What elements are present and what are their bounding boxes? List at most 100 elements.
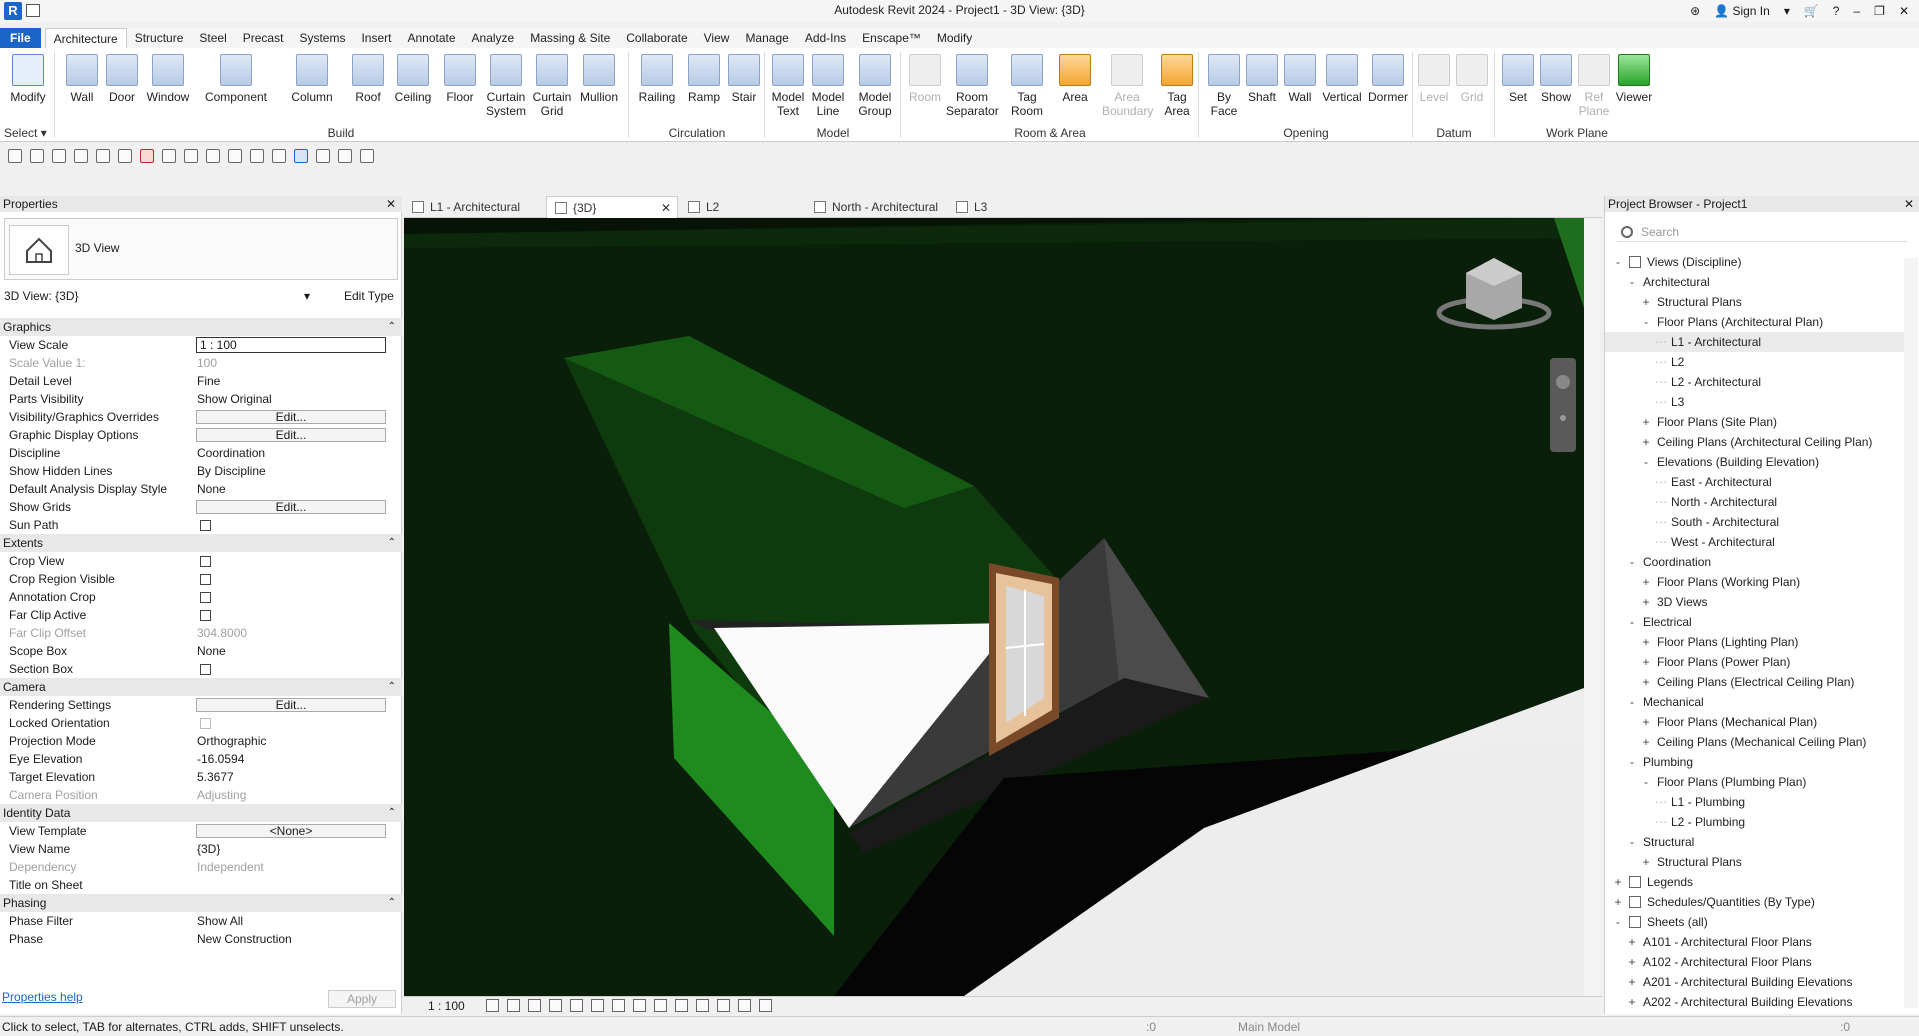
ribbon-button-tag-area[interactable]: Tag Area [1158, 52, 1196, 124]
collapse-icon[interactable]: ⌃ [388, 318, 396, 336]
tree-item[interactable]: - Sheets (all) [1605, 912, 1905, 932]
collapse-icon[interactable]: - [1613, 912, 1623, 932]
prop-value[interactable]: None [197, 642, 226, 660]
close-icon[interactable]: ✕ [386, 196, 396, 212]
chevron-down-icon[interactable]: ▾ [1784, 4, 1790, 18]
prop-value[interactable]: Coordination [197, 444, 265, 462]
zoom-icon[interactable] [1560, 415, 1566, 421]
expand-icon[interactable]: + [1641, 632, 1651, 652]
crop-view-checkbox[interactable] [200, 556, 211, 567]
shadows-icon[interactable] [549, 999, 562, 1012]
ribbon-tab-enscape-[interactable]: Enscape™ [854, 28, 929, 48]
thin-lines-icon[interactable] [294, 149, 308, 163]
dimension-icon[interactable] [184, 149, 198, 163]
expand-icon[interactable]: + [1641, 672, 1651, 692]
tree-item[interactable]: - Structural [1605, 832, 1905, 852]
collapse-icon[interactable]: - [1627, 272, 1637, 292]
print-icon[interactable] [118, 149, 132, 163]
viewport-scrollbar[interactable] [1584, 218, 1600, 996]
minimize-button[interactable]: – [1853, 4, 1860, 18]
tree-item[interactable]: + Ceiling Plans (Electrical Ceiling Plan) [1605, 672, 1905, 692]
expand-icon[interactable]: + [1641, 572, 1651, 592]
expand-icon[interactable]: + [1613, 892, 1623, 912]
tree-item[interactable]: ⋯ North - Architectural [1605, 492, 1905, 512]
browser-scrollbar[interactable] [1904, 258, 1918, 1008]
collapse-icon[interactable]: - [1627, 692, 1637, 712]
section-camera[interactable]: Camera ⌃ [0, 678, 402, 696]
collapse-icon[interactable]: ⌃ [388, 894, 396, 912]
ribbon-button-roof[interactable]: Roof [350, 52, 386, 124]
ribbon-button-component[interactable]: Component [200, 52, 272, 124]
sync-icon[interactable] [52, 149, 66, 163]
tree-item[interactable]: + Floor Plans (Working Plan) [1605, 572, 1905, 592]
visual-style-icon[interactable] [507, 999, 520, 1012]
cart-icon[interactable]: 🛒 [1804, 4, 1819, 18]
collapse-icon[interactable]: - [1641, 452, 1651, 472]
expand-icon[interactable]: + [1641, 592, 1651, 612]
ribbon-tab-systems[interactable]: Systems [291, 28, 353, 48]
restore-button[interactable]: ❐ [1874, 4, 1885, 18]
tree-item[interactable]: + Floor Plans (Lighting Plan) [1605, 632, 1905, 652]
prop-value[interactable]: None [197, 480, 226, 498]
view-template-button[interactable]: <None> [196, 824, 386, 838]
measure-icon[interactable] [162, 149, 176, 163]
ribbon-button-door[interactable]: Door [104, 52, 140, 124]
ribbon-tab-architecture[interactable]: Architecture [44, 28, 127, 48]
ribbon-tab-collaborate[interactable]: Collaborate [618, 28, 695, 48]
tree-item[interactable]: ⋯ East - Architectural [1605, 472, 1905, 492]
expand-icon[interactable]: + [1627, 992, 1637, 1012]
tree-item[interactable]: - Floor Plans (Plumbing Plan) [1605, 772, 1905, 792]
ribbon-button-mullion[interactable]: Mullion [576, 52, 622, 124]
prop-value[interactable]: Show All [197, 912, 243, 930]
save-icon[interactable] [30, 149, 44, 163]
ribbon-button-railing[interactable]: Railing [636, 52, 678, 124]
ribbon-button-level[interactable]: Level [1416, 52, 1452, 124]
graphic-display-options-button[interactable]: Edit... [196, 428, 386, 442]
ribbon-button-floor[interactable]: Floor [440, 52, 480, 124]
expand-icon[interactable]: + [1627, 932, 1637, 952]
tree-item[interactable]: ⋯ West - Architectural [1605, 532, 1905, 552]
steering-wheel-icon[interactable] [1556, 375, 1570, 389]
expand-icon[interactable]: + [1641, 432, 1651, 452]
ribbon-button-shaft[interactable]: Shaft [1244, 52, 1280, 124]
type-selector[interactable]: 3D View [4, 218, 398, 280]
view-tab-3d[interactable]: {3D} ✕ [546, 196, 678, 218]
ribbon-tab-analyze[interactable]: Analyze [464, 28, 523, 48]
main-model-dropdown[interactable]: Main Model [1238, 1020, 1300, 1034]
edit-type-button[interactable]: Edit Type [324, 286, 394, 306]
ribbon-button-vertical[interactable]: Vertical [1320, 52, 1364, 124]
view-tab-l2[interactable]: L2 [680, 196, 804, 218]
lock-view-icon[interactable] [612, 999, 625, 1012]
ribbon-tab-annotate[interactable]: Annotate [399, 28, 463, 48]
prop-value[interactable]: Fine [197, 372, 220, 390]
tree-item[interactable]: +3D Views [1605, 592, 1905, 612]
prop-value[interactable]: Show Original [197, 390, 272, 408]
ribbon-button-tag-room[interactable]: Tag Room [1008, 52, 1046, 124]
collapse-icon[interactable]: - [1627, 612, 1637, 632]
sun-path-checkbox[interactable] [200, 520, 211, 531]
tree-item[interactable]: ⋯ L2 - Architectural [1605, 372, 1905, 392]
crop-view-icon[interactable] [570, 999, 583, 1012]
tree-item[interactable]: - Elevations (Building Elevation) [1605, 452, 1905, 472]
crop-region-visible-checkbox[interactable] [200, 574, 211, 585]
analytical-icon[interactable] [696, 999, 709, 1012]
close-icon[interactable]: ✕ [661, 197, 671, 219]
ribbon-button-model-group[interactable]: Model Group [854, 52, 896, 124]
show-crop-icon[interactable] [591, 999, 604, 1012]
ribbon-button-model-line[interactable]: Model Line [808, 52, 848, 124]
view-selector[interactable]: 3D View: {3D} ▾ Edit Type [4, 286, 398, 306]
collapse-icon[interactable]: ⌃ [388, 804, 396, 822]
tree-item[interactable]: - Plumbing [1605, 752, 1905, 772]
help-icon[interactable]: ? [1833, 4, 1840, 18]
chevron-down-icon[interactable]: ▾ [304, 286, 310, 306]
view-scale-control[interactable]: 1 : 100 [428, 999, 465, 1013]
tree-item[interactable]: - Views (Discipline) [1605, 252, 1905, 272]
text-icon[interactable] [228, 149, 242, 163]
expand-icon[interactable]: + [1627, 952, 1637, 972]
tree-item[interactable]: + Structural Plans [1605, 292, 1905, 312]
close-button[interactable]: ✕ [1899, 4, 1909, 18]
ribbon-button-area-boundary[interactable]: Area Boundary [1102, 52, 1153, 124]
tree-item[interactable]: + Floor Plans (Power Plan) [1605, 652, 1905, 672]
expand-icon[interactable]: + [1641, 732, 1651, 752]
customize-toolbar-icon[interactable] [360, 149, 374, 163]
